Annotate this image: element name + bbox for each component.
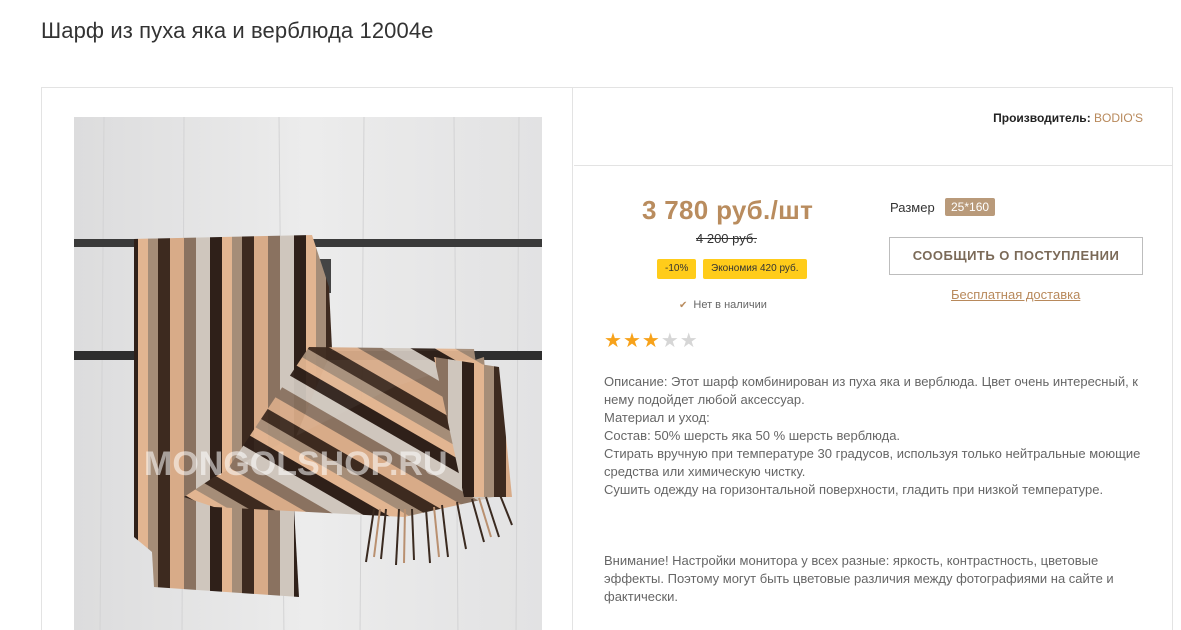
description-line: Описание: Этот шарф комбинирован из пуха…	[604, 374, 1138, 407]
stock-status: ✔ Нет в наличии	[679, 299, 767, 311]
product-card: MONGOLSHOP.RU Производитель: BODIO'S 3 7…	[41, 87, 1173, 630]
manufacturer-row: Производитель: BODIO'S	[574, 88, 1173, 166]
free-delivery-link[interactable]: Бесплатная доставка	[951, 287, 1080, 302]
star-filled-icon[interactable]: ★	[642, 328, 661, 353]
description-line: Стирать вручную при температуре 30 граду…	[604, 446, 1141, 479]
star-rating[interactable]: ★★★★★	[604, 328, 699, 353]
current-price: 3 780 руб./шт	[642, 195, 814, 225]
size-label: Размер	[890, 200, 935, 215]
description-line: Состав: 50% шерсть яка 50 % шерсть вербл…	[604, 428, 901, 443]
star-empty-icon[interactable]: ★	[680, 328, 699, 353]
saving-badge: Экономия 420 руб.	[703, 259, 807, 279]
star-filled-icon[interactable]: ★	[623, 328, 642, 353]
product-info-column: Производитель: BODIO'S 3 780 руб./шт 4 2…	[574, 88, 1174, 630]
star-empty-icon[interactable]: ★	[661, 328, 680, 353]
notify-button[interactable]: СООБЩИТЬ О ПОСТУПЛЕНИИ	[889, 237, 1143, 275]
check-icon: ✔	[679, 300, 688, 311]
manufacturer-link[interactable]: BODIO'S	[1094, 111, 1143, 125]
manufacturer: Производитель: BODIO'S	[993, 111, 1143, 125]
page-title: Шарф из пуха яка и верблюда 12004е	[41, 18, 434, 43]
scarf-illustration: MONGOLSHOP.RU	[74, 117, 542, 630]
description-line: Материал и уход:	[604, 410, 710, 425]
stock-status-text: Нет в наличии	[693, 299, 767, 311]
star-filled-icon[interactable]: ★	[604, 328, 623, 353]
product-description: Описание: Этот шарф комбинирован из пуха…	[604, 373, 1149, 499]
manufacturer-label: Производитель:	[993, 111, 1091, 125]
old-price: 4 200 руб.	[696, 231, 757, 246]
product-photo[interactable]: MONGOLSHOP.RU	[74, 117, 542, 630]
product-image-column: MONGOLSHOP.RU	[42, 88, 573, 630]
watermark-text: MONGOLSHOP.RU	[144, 445, 448, 483]
monitor-notice: Внимание! Настройки монитора у всех разн…	[604, 553, 1114, 604]
size-option[interactable]: 25*160	[945, 198, 996, 216]
discount-badge: -10%	[657, 259, 697, 279]
description-line: Сушить одежду на горизонтальной поверхно…	[604, 482, 1104, 497]
